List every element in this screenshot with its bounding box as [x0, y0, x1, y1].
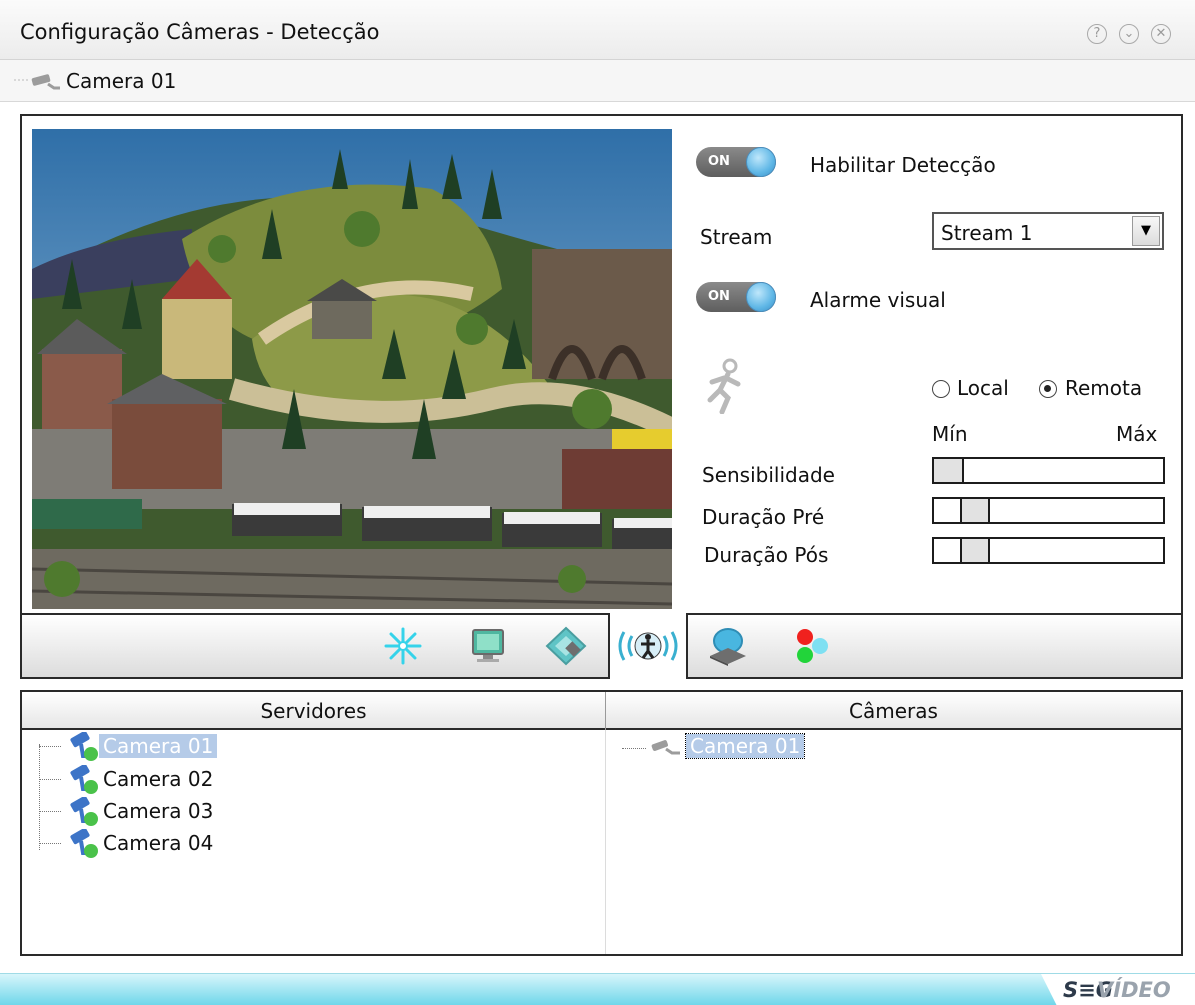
cameras-header[interactable]: Câmeras [606, 692, 1181, 730]
help-icon[interactable]: ? [1087, 24, 1107, 44]
stream-select[interactable]: Stream 1 ▼ [932, 212, 1164, 250]
color-dots-icon[interactable] [784, 621, 840, 671]
running-person-icon [702, 358, 746, 419]
detection-toggle[interactable]: ON [696, 147, 776, 177]
pre-duration-slider[interactable] [932, 497, 1165, 524]
detection-toggle-state: ON [708, 154, 730, 169]
server-item-label: Camera 01 [99, 734, 218, 758]
camera-icon [12, 70, 62, 97]
network-camera-icon [61, 763, 101, 800]
camera-name: Camera 01 [66, 69, 177, 93]
server-item[interactable]: Camera 02 [39, 763, 299, 795]
detection-panel: ON Habilitar Detecção Stream Stream 1 ▼ … [20, 114, 1183, 679]
disk-icon[interactable] [538, 621, 594, 671]
scale-max-label: Máx [1116, 422, 1158, 446]
server-item[interactable]: Camera 03 [39, 795, 299, 827]
pre-duration-slider-thumb[interactable] [960, 499, 990, 522]
tree-connector [39, 843, 61, 844]
brand-logo-part-b: VÍDEO [1097, 978, 1171, 1002]
local-radio-label: Local [957, 376, 1009, 400]
footer-bar: S≡G VÍDEO [0, 973, 1195, 1005]
camera-item[interactable]: Camera 01 [622, 733, 882, 765]
snowflake-icon[interactable] [375, 621, 431, 671]
network-camera-icon [61, 827, 101, 864]
camera-header: Camera 01 [0, 60, 1195, 102]
sensitivity-label: Sensibilidade [702, 463, 835, 487]
stream-select-value: Stream 1 [941, 221, 1033, 245]
camera-item-label: Camera 01 [684, 733, 806, 759]
camera-preview [32, 129, 672, 609]
stream-label: Stream [700, 225, 773, 249]
title-bar: Configuração Câmeras - Detecção ? ⌄ ✕ [0, 0, 1195, 60]
visual-alarm-label: Alarme visual [810, 288, 946, 312]
tree-connector [39, 779, 61, 780]
server-icon[interactable] [700, 621, 756, 671]
device-lists: Servidores Câmeras Camera 01 Camera 02 C… [20, 690, 1183, 956]
brand-logo: S≡G VÍDEO [1041, 974, 1195, 1005]
post-duration-slider[interactable] [932, 537, 1165, 564]
column-separator [605, 730, 606, 954]
post-duration-label: Duração Pós [704, 543, 829, 567]
remote-radio-label: Remota [1065, 376, 1143, 400]
chevron-down-icon[interactable]: ▼ [1132, 216, 1160, 246]
window-title: Configuração Câmeras - Detecção [20, 20, 380, 44]
tree-connector [622, 748, 646, 749]
server-item[interactable]: Camera 01 [39, 730, 299, 762]
detection-toggle-label: Habilitar Detecção [810, 153, 996, 177]
network-camera-icon [61, 730, 101, 767]
server-item-label: Camera 02 [103, 767, 214, 791]
server-item-label: Camera 03 [103, 799, 214, 823]
sensitivity-slider-thumb[interactable] [934, 459, 964, 482]
camera-icon [646, 738, 686, 765]
tree-connector [39, 811, 61, 812]
scale-min-label: Mín [932, 422, 968, 446]
remote-radio[interactable] [1039, 380, 1057, 398]
tree-connector [39, 746, 61, 747]
sensitivity-slider[interactable] [932, 457, 1165, 484]
server-item[interactable]: Camera 04 [39, 827, 299, 859]
visual-alarm-toggle[interactable]: ON [696, 282, 776, 312]
motion-detection-icon[interactable] [608, 613, 688, 679]
post-duration-slider-thumb[interactable] [960, 539, 990, 562]
minimize-icon[interactable]: ⌄ [1119, 24, 1139, 44]
visual-alarm-toggle-state: ON [708, 289, 730, 304]
local-radio[interactable] [932, 380, 950, 398]
pre-duration-label: Duração Pré [702, 505, 825, 529]
servers-header[interactable]: Servidores [22, 692, 605, 730]
monitor-icon[interactable] [460, 621, 516, 671]
config-toolbar [22, 613, 1181, 679]
toggle-knob [746, 147, 776, 177]
toggle-knob [746, 282, 776, 312]
network-camera-icon [61, 795, 101, 832]
close-icon[interactable]: ✕ [1151, 24, 1171, 44]
server-item-label: Camera 04 [103, 831, 214, 855]
